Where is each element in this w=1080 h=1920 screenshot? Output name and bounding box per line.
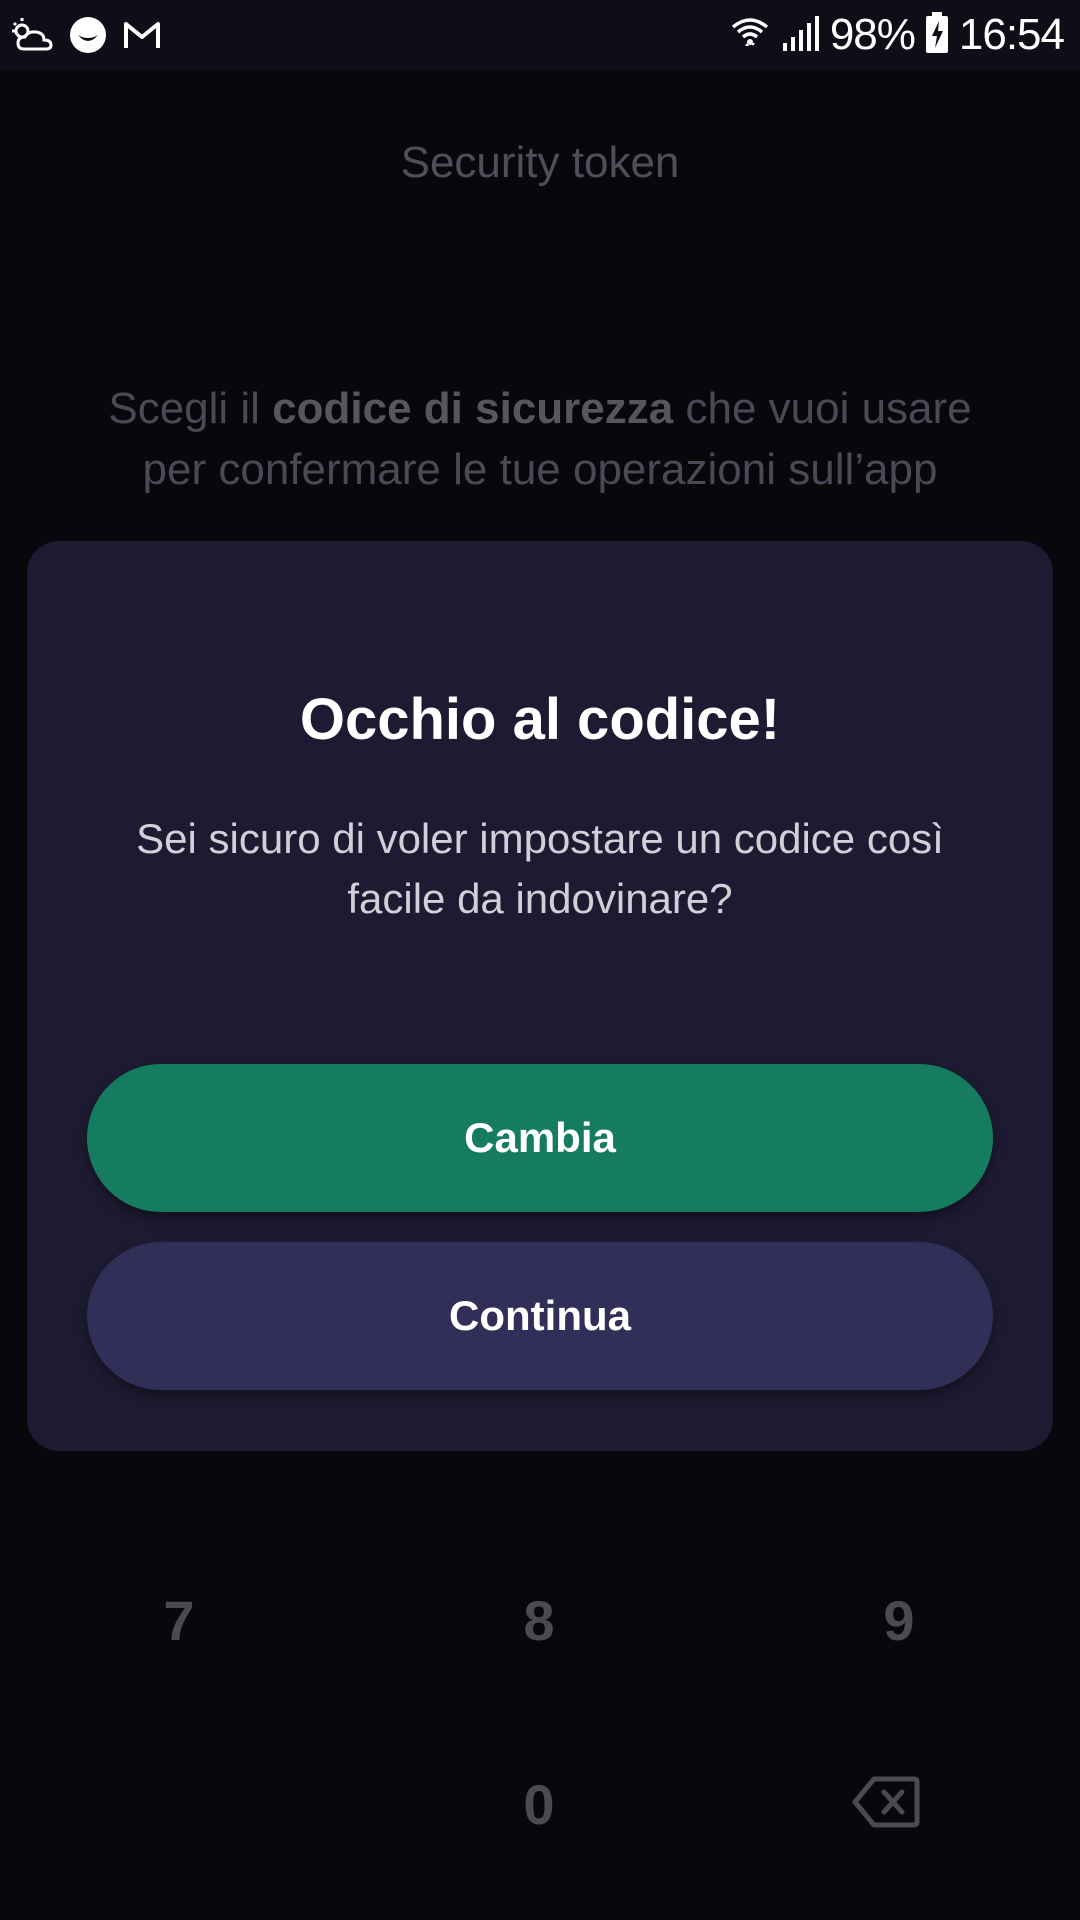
instruction-text-bold: codice di sicurezza	[272, 384, 674, 433]
wifi-icon	[730, 13, 770, 58]
keypad-key-8[interactable]: 8	[479, 1588, 599, 1653]
dialog-message: Sei sicuro di voler impostare un codice …	[136, 815, 944, 922]
gmail-icon	[122, 18, 162, 52]
change-button[interactable]: Cambia	[87, 1064, 993, 1212]
instruction-text: Scegli il codice di sicurezza che vuoi u…	[90, 378, 990, 500]
dialog-title: Occhio al codice!	[299, 687, 781, 752]
weather-icon	[10, 15, 54, 55]
battery-charging-icon	[925, 11, 949, 59]
keypad-key-7[interactable]: 7	[119, 1588, 239, 1653]
backspace-icon[interactable]	[852, 1776, 920, 1833]
signal-icon	[780, 13, 820, 58]
instruction-text-part1: Scegli il	[108, 384, 273, 433]
status-bar: 98% 16:54	[0, 0, 1080, 70]
app-screen: 98% 16:54 Security token Scegli il codic…	[0, 0, 1080, 1920]
confirmation-dialog: Occhio al codice! Sei sicuro di voler im…	[27, 541, 1053, 1451]
messenger-icon	[68, 15, 108, 55]
battery-percent: 98%	[829, 10, 916, 59]
keypad-key-0[interactable]: 0	[479, 1772, 599, 1837]
system-icons: 98% 16:54	[730, 10, 1065, 60]
page-title: Security token	[400, 138, 680, 187]
keypad-key-9[interactable]: 9	[839, 1588, 959, 1653]
clock: 16:54	[958, 10, 1065, 59]
continue-button[interactable]: Continua	[87, 1242, 993, 1390]
notification-icons	[10, 12, 162, 58]
